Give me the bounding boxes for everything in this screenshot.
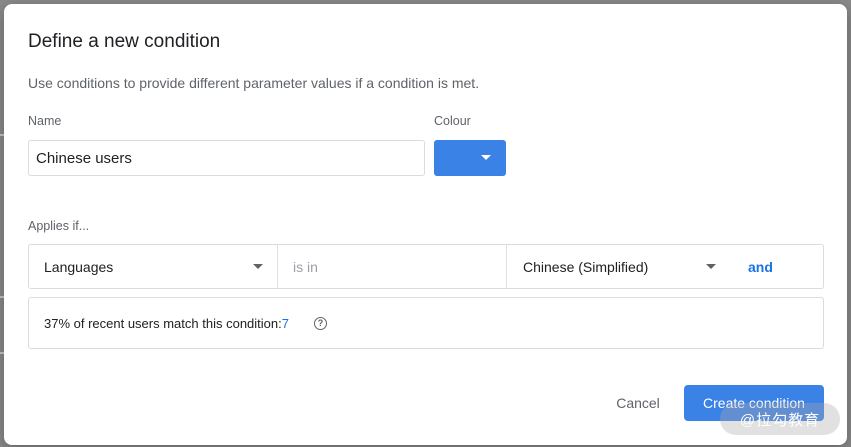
and-button[interactable]: and: [748, 259, 773, 275]
condition-name-input[interactable]: [28, 140, 425, 176]
value-select[interactable]: Chinese (Simplified): [507, 245, 725, 288]
property-select[interactable]: Languages: [29, 245, 277, 288]
value-select-text: Chinese (Simplified): [523, 258, 649, 275]
name-label: Name: [28, 114, 62, 128]
cancel-button[interactable]: Cancel: [600, 387, 676, 419]
colour-picker-button[interactable]: [434, 140, 506, 176]
property-select-value: Languages: [44, 258, 114, 275]
chevron-down-icon: [253, 264, 263, 269]
dialog-title: Define a new condition: [28, 31, 221, 52]
match-summary: 37% of recent users match this condition…: [44, 316, 289, 331]
chevron-down-icon: [481, 155, 491, 160]
watermark-logo: @拉勾教育: [720, 403, 840, 435]
colour-label: Colour: [434, 114, 471, 128]
operator-field[interactable]: is in: [278, 245, 506, 288]
condition-rule-row: Languages is in Chinese (Simplified) and: [28, 244, 824, 289]
operator-placeholder: is in: [293, 258, 318, 275]
dialog-subtitle: Use conditions to provide different para…: [28, 75, 480, 91]
match-summary-text: 37% of recent users match this condition…: [44, 316, 282, 331]
chevron-down-icon: [706, 264, 716, 269]
define-condition-dialog: Define a new condition Use conditions to…: [4, 4, 847, 445]
match-count: 7: [281, 316, 289, 331]
match-summary-box: 37% of recent users match this condition…: [28, 297, 824, 349]
help-icon[interactable]: ?: [314, 317, 327, 330]
applies-if-label: Applies if...: [28, 219, 90, 233]
